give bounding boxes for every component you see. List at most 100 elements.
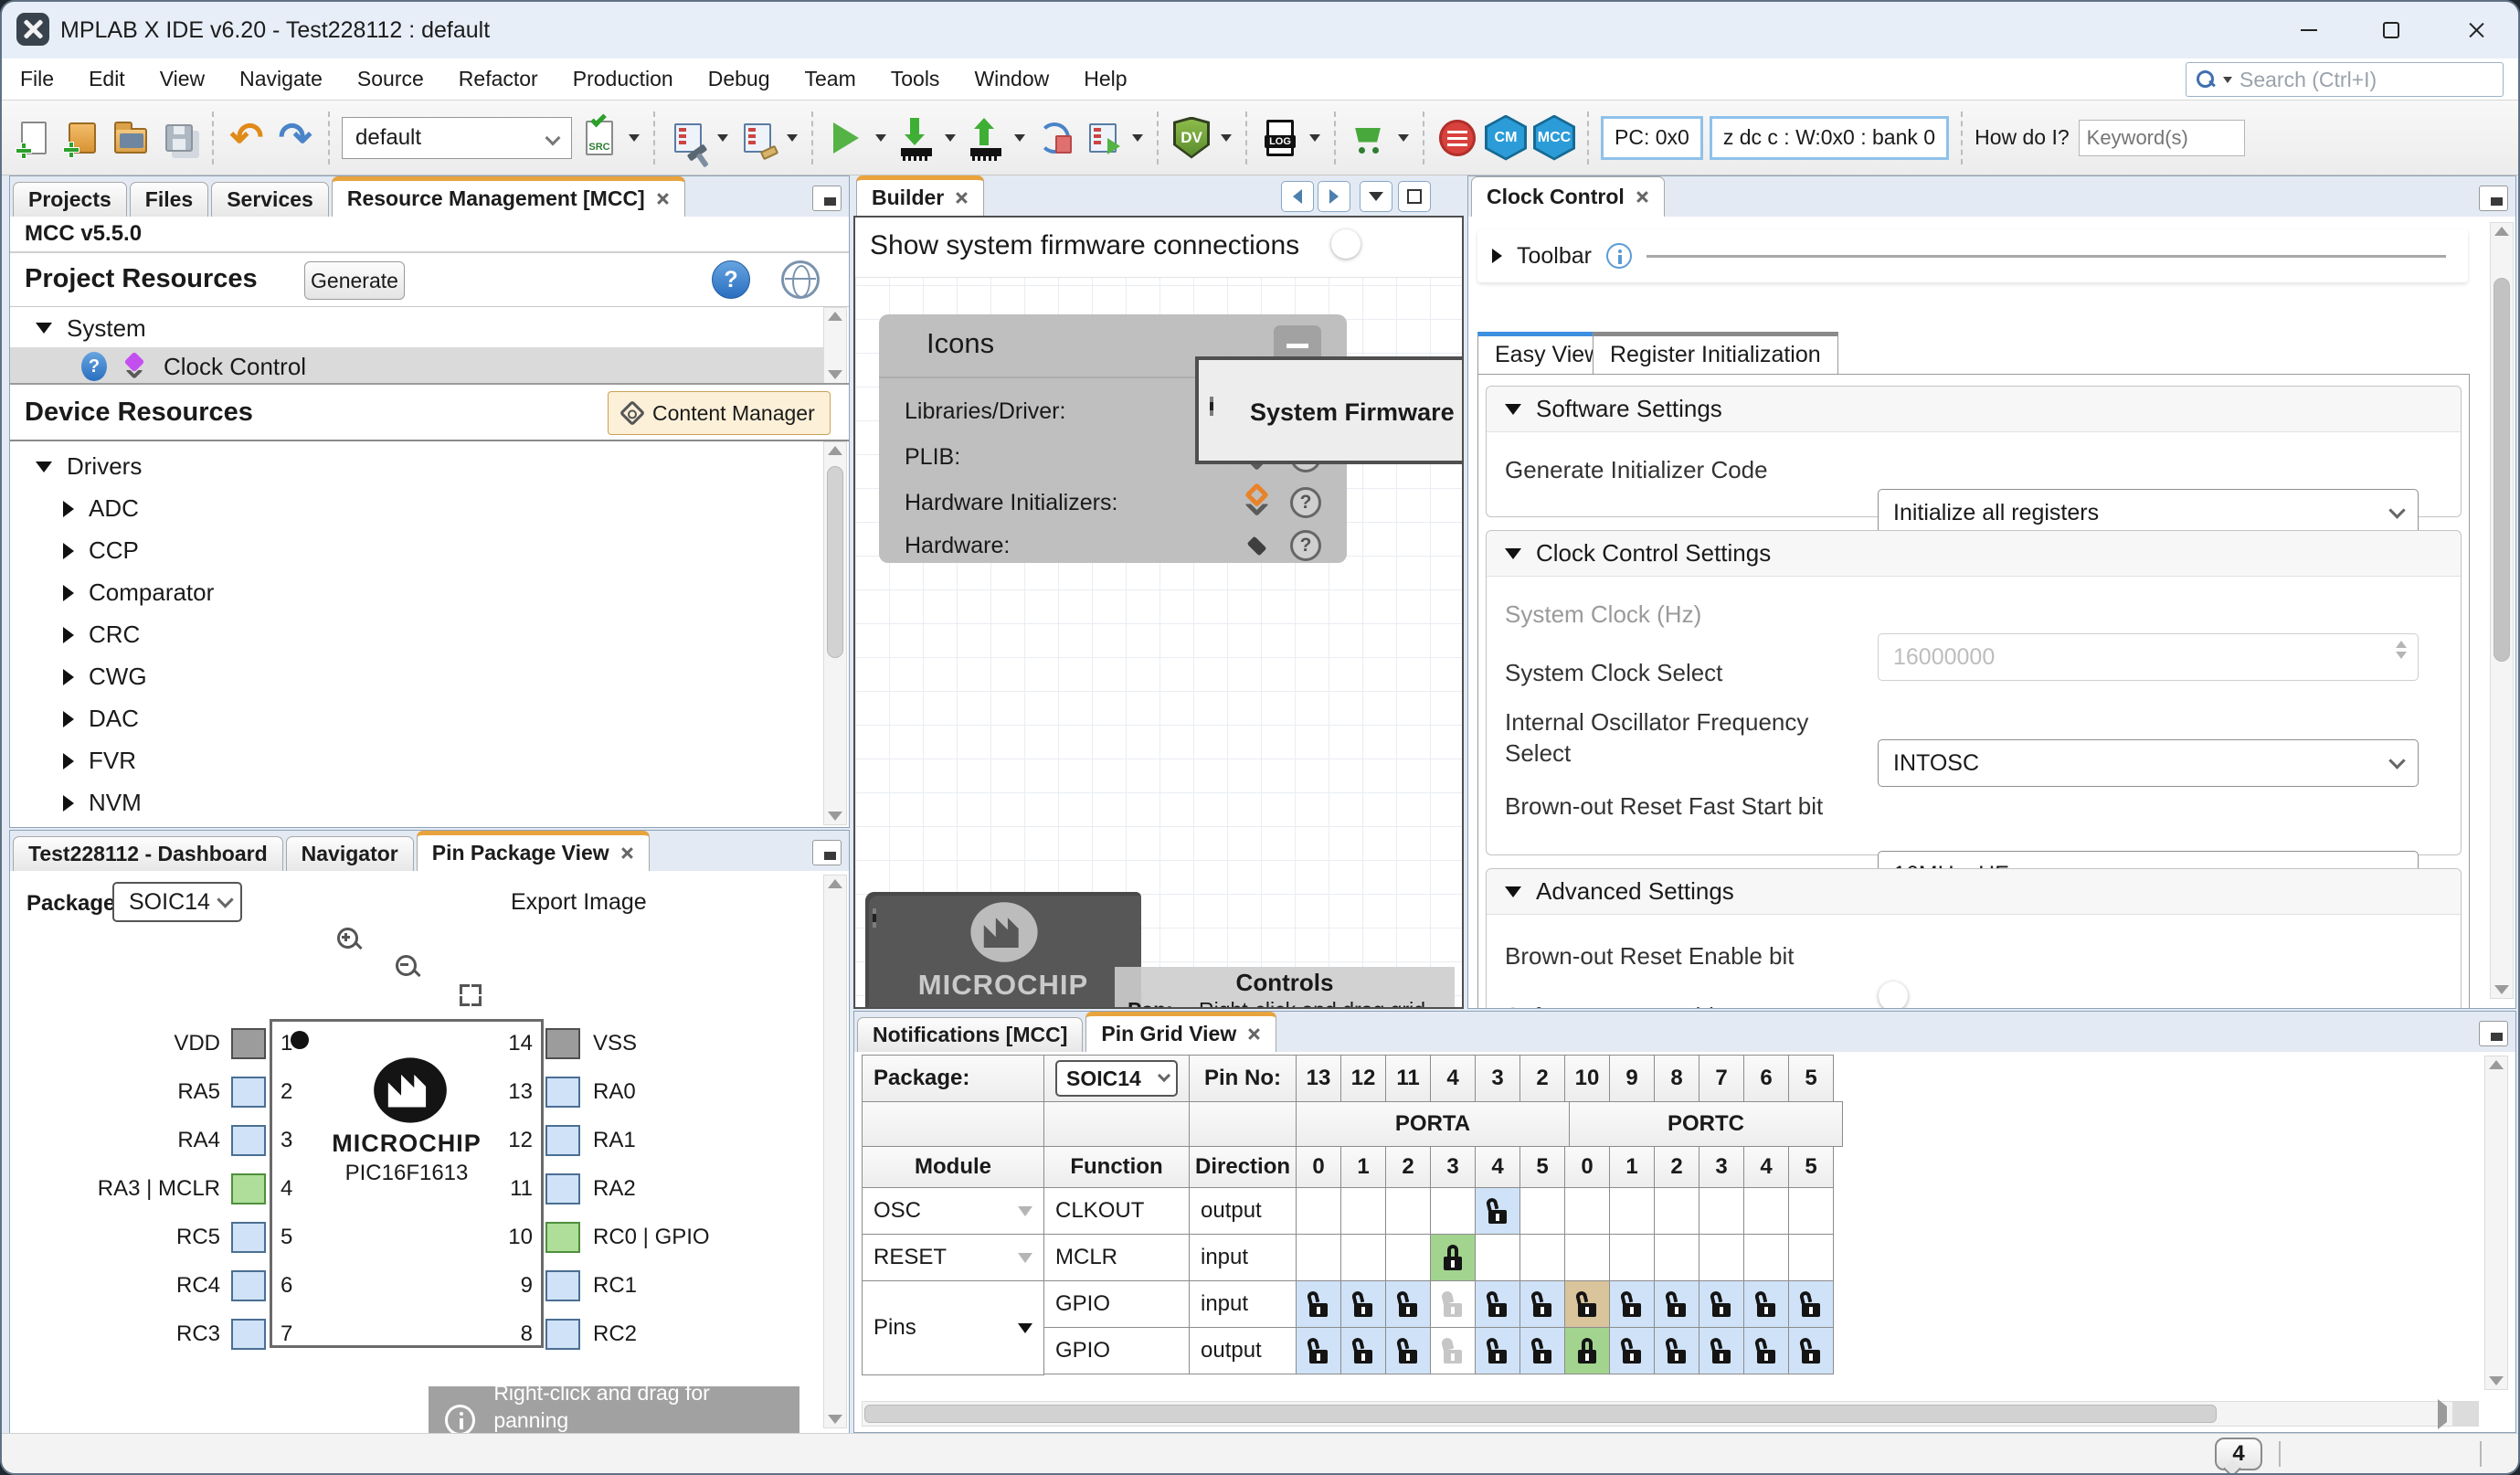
expand-node-icon[interactable] [873, 908, 876, 928]
pin-cell[interactable] [1564, 1280, 1610, 1328]
close-icon[interactable] [656, 192, 670, 206]
package-select[interactable]: SOIC14 [112, 882, 242, 922]
device-node[interactable]: MICROCHIP PIC16F1613 [865, 892, 1141, 1009]
content-manager-hex-button[interactable]: CM [1485, 112, 1527, 164]
minimize-panel-button[interactable] [812, 186, 842, 211]
device-resources-scrollbar[interactable] [823, 441, 847, 825]
minimize-window-button[interactable] [2287, 9, 2331, 51]
close-icon[interactable] [955, 191, 969, 205]
pin-cell[interactable] [1340, 1234, 1386, 1281]
tree-item-clock-control[interactable]: ? Clock Control [81, 349, 306, 384]
help-circle-icon[interactable]: ? [1290, 530, 1321, 561]
pin-box[interactable] [231, 1270, 266, 1301]
clock-control-settings-header[interactable]: Clock Control Settings [1487, 531, 2461, 577]
project-resources-scrollbar[interactable] [823, 307, 847, 384]
pin-cell[interactable] [1699, 1187, 1744, 1235]
pin-cell[interactable] [1788, 1327, 1834, 1374]
dropdown-caret-icon[interactable] [717, 134, 728, 142]
pin-box[interactable] [545, 1270, 580, 1301]
pin-cell[interactable] [1788, 1234, 1834, 1281]
debug-project-button[interactable] [1082, 112, 1124, 164]
collapse-arrow-icon[interactable] [36, 323, 52, 334]
tree-item-cwg[interactable]: CWG [63, 663, 147, 691]
pin-box[interactable] [231, 1028, 266, 1059]
pin-cell[interactable] [1385, 1280, 1431, 1328]
tab-clock-control[interactable]: Clock Control [1471, 176, 1665, 217]
tab-builder[interactable]: Builder [856, 175, 984, 216]
system-clock-select[interactable]: INTOSC [1878, 739, 2419, 787]
pin-cell[interactable] [1609, 1327, 1655, 1374]
tree-item-nvm[interactable]: NVM [63, 789, 142, 817]
configuration-select[interactable]: default [342, 117, 572, 159]
pin-cell[interactable] [1788, 1280, 1834, 1328]
tree-item-fvr[interactable]: FVR [63, 747, 136, 775]
expand-arrow-icon[interactable] [1492, 249, 1502, 263]
menu-edit[interactable]: Edit [89, 67, 125, 91]
pin-cell[interactable] [1654, 1280, 1699, 1328]
run-project-button[interactable] [825, 112, 867, 164]
build-project-button[interactable] [667, 112, 709, 164]
pin-cell[interactable] [1699, 1327, 1744, 1374]
pin-box[interactable] [545, 1125, 580, 1156]
close-icon[interactable] [1636, 190, 1649, 204]
tree-item-crc[interactable]: CRC [63, 621, 140, 649]
help-circle-icon[interactable]: ? [1290, 487, 1321, 518]
pin-package-scrollbar[interactable] [823, 875, 847, 1428]
dropdown-caret-icon[interactable] [875, 134, 886, 142]
minimize-panel-button[interactable] [2479, 186, 2508, 211]
pin-cell[interactable] [1654, 1327, 1699, 1374]
minimize-panel-button[interactable] [812, 840, 842, 865]
tab-navigator[interactable]: Navigator [286, 836, 414, 871]
close-window-button[interactable] [2454, 9, 2498, 51]
pin-box[interactable] [231, 1173, 266, 1204]
maximize-window-button[interactable] [2369, 9, 2413, 51]
builder-canvas[interactable]: Show system firmware connections Icons L… [853, 216, 1464, 1009]
software-settings-header[interactable]: Software Settings [1487, 387, 2461, 432]
make-and-program-button[interactable] [895, 112, 937, 164]
tab-notifications-mcc[interactable]: Notifications [MCC] [857, 1017, 1083, 1052]
pin-cell[interactable] [1609, 1187, 1655, 1235]
pin-box[interactable] [231, 1125, 266, 1156]
search-scope-caret-icon[interactable] [2223, 77, 2232, 83]
refresh-debug-tool-button[interactable] [1033, 112, 1075, 164]
minimize-panel-button[interactable] [2479, 1021, 2508, 1046]
menu-window[interactable]: Window [974, 67, 1049, 91]
fit-to-view-icon[interactable] [460, 984, 482, 1006]
pin-cell[interactable] [1609, 1234, 1655, 1281]
pin-cell[interactable] [1475, 1327, 1520, 1374]
info-icon[interactable] [1606, 243, 1632, 269]
pin-grid-vertical-scrollbar[interactable] [2484, 1056, 2508, 1390]
advanced-settings-header[interactable]: Advanced Settings [1487, 869, 2461, 915]
close-icon[interactable] [620, 846, 634, 860]
pin-cell[interactable] [1519, 1187, 1565, 1235]
menu-help[interactable]: Help [1084, 67, 1127, 91]
set-project-configuration-button[interactable]: SRC [578, 112, 620, 164]
pin-cell[interactable] [1743, 1280, 1789, 1328]
clean-build-button[interactable] [736, 112, 778, 164]
dropdown-caret-icon[interactable] [1132, 134, 1143, 142]
pin-box[interactable] [545, 1222, 580, 1253]
module-cell-pins[interactable]: Pins [862, 1280, 1044, 1375]
scroll-tabs-left-button[interactable] [1281, 181, 1314, 212]
generate-button[interactable]: Generate [304, 261, 405, 300]
mcc-hex-button[interactable]: MCC [1533, 112, 1575, 164]
pin-grid-horizontal-scrollbar[interactable] [862, 1401, 2479, 1427]
menu-navigate[interactable]: Navigate [239, 67, 323, 91]
export-image-button[interactable]: Export Image [511, 889, 647, 916]
how-do-i-input[interactable] [2079, 120, 2245, 156]
pin-cell[interactable] [1296, 1280, 1341, 1328]
pin-cell[interactable] [1519, 1280, 1565, 1328]
tab-files[interactable]: Files [130, 182, 208, 217]
cc-toolbar-strip[interactable]: Toolbar [1477, 229, 2468, 282]
pin-cell[interactable] [1475, 1187, 1520, 1235]
read-device-memory-button[interactable] [964, 112, 1006, 164]
pin-cell[interactable] [1654, 1234, 1699, 1281]
module-cell[interactable]: RESET [862, 1234, 1044, 1281]
pin-box[interactable] [545, 1028, 580, 1059]
dropdown-caret-icon[interactable] [1221, 134, 1232, 142]
pin-cell[interactable] [1475, 1280, 1520, 1328]
open-project-button[interactable] [110, 112, 152, 164]
tab-dashboard[interactable]: Test228112 - Dashboard [13, 836, 283, 871]
pin-cell[interactable] [1788, 1187, 1834, 1235]
pin-cell[interactable] [1654, 1187, 1699, 1235]
